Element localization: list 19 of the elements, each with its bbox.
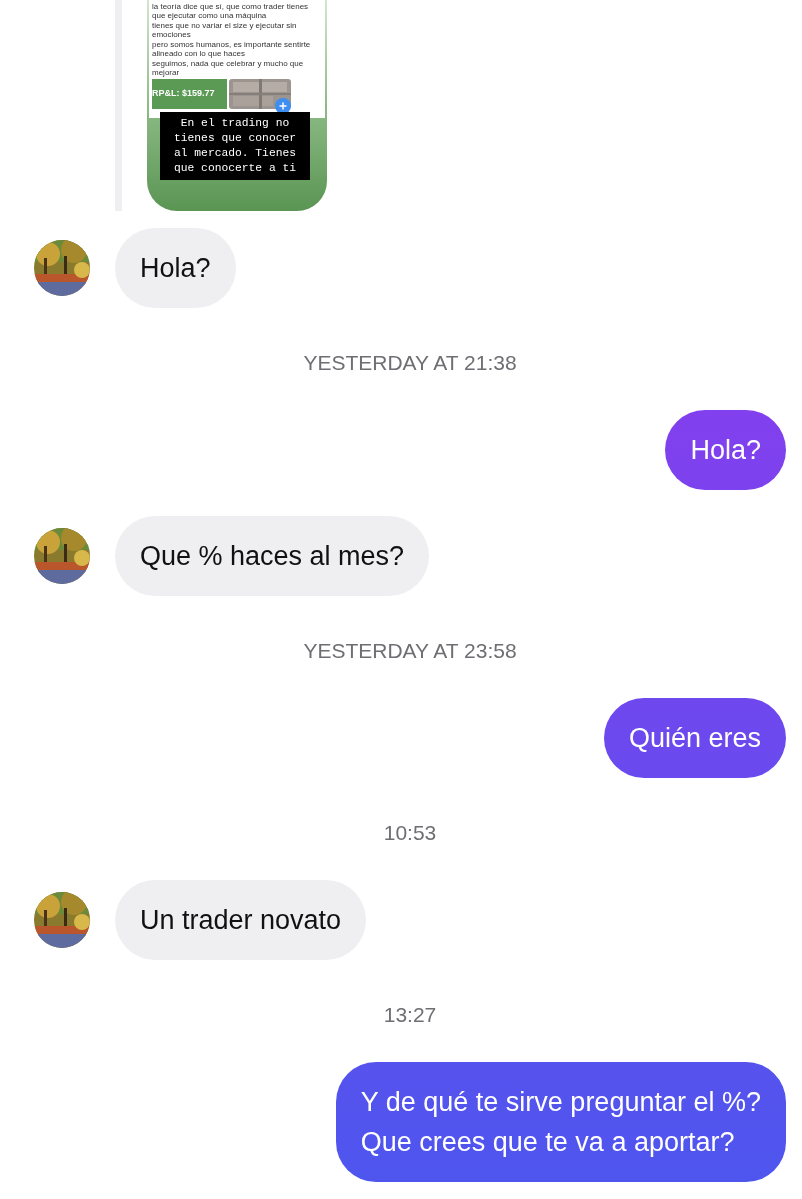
message-bubble: Un trader novato <box>115 880 367 960</box>
timestamp: 10:53 <box>382 820 438 846</box>
avatar <box>34 528 90 584</box>
avatar <box>34 892 90 948</box>
message-bubble: Y de qué te sirve preguntar el %? Que crees que te va a aportar? <box>335 1062 786 1182</box>
caption-line: En el trading no <box>179 116 291 131</box>
timestamp: YESTERDAY AT 23:58 <box>302 638 518 664</box>
message-bubble: Quién eres <box>603 698 786 778</box>
post-text: seguimos, nada que celebrar y mucho que mejorar <box>152 59 305 77</box>
caption-line: al mercado. Tienes <box>173 146 297 161</box>
timestamp: 13:27 <box>382 1002 438 1028</box>
pnl-label: RP&L: $159.77 <box>152 79 227 109</box>
caption-line: tienes que conocer <box>173 131 297 146</box>
timestamp: YESTERDAY AT 21:38 <box>302 350 518 376</box>
caption-line: que conocerte a ti <box>173 161 297 176</box>
message-bubble: Que % haces al mes? <box>115 516 430 596</box>
avatar <box>34 240 90 296</box>
message-bubble: Hola? <box>665 410 786 490</box>
message-bubble: Hola? <box>115 228 236 308</box>
